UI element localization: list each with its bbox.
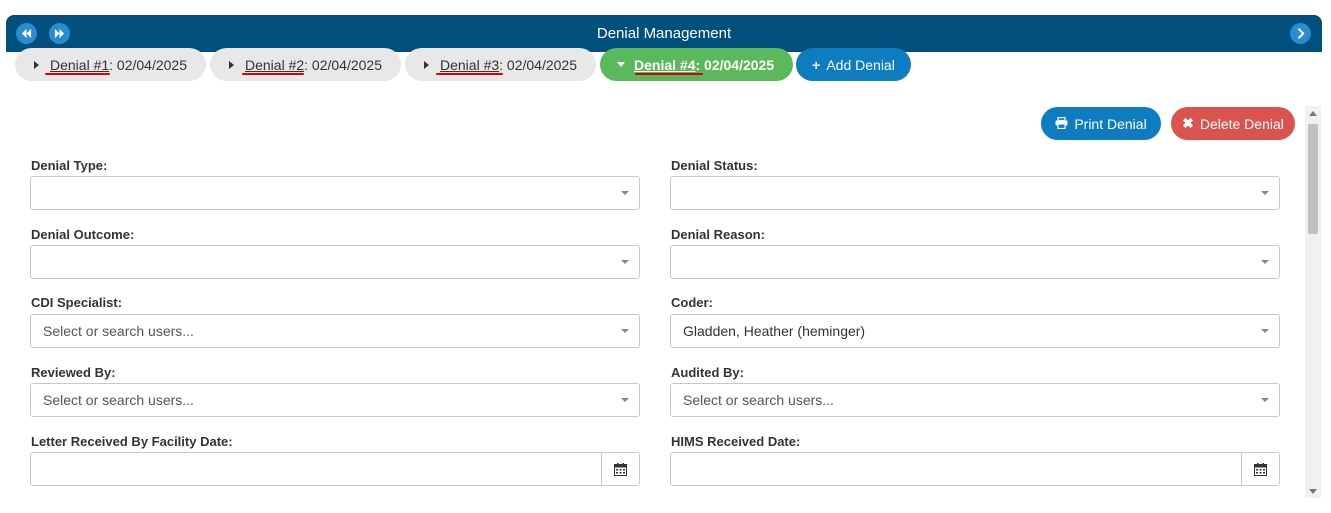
scroll-up-icon[interactable] (1309, 111, 1317, 116)
tab-label: Denial #4 (634, 56, 696, 73)
printer-icon (1055, 116, 1068, 132)
calendar-button[interactable] (601, 453, 639, 485)
denial-type-select[interactable] (30, 176, 640, 210)
plus-icon: + (812, 56, 821, 73)
coder-value: Gladden, Heather (heminger) (683, 323, 866, 339)
hims-received-date-label: HIMS Received Date: (671, 434, 801, 449)
denial-status-select[interactable] (670, 176, 1280, 210)
add-denial-button[interactable]: + Add Denial (796, 48, 911, 81)
reviewed-by-select[interactable]: Select or search users... (30, 383, 640, 417)
denial-reason-label: Denial Reason: (671, 227, 765, 242)
chevron-down-icon (1261, 329, 1269, 333)
scrollbar-thumb[interactable] (1308, 124, 1318, 234)
tab-denial-2[interactable]: Denial #2: 02/04/2025 (210, 48, 401, 81)
denial-type-label: Denial Type: (31, 158, 108, 173)
tab-date: : 02/04/2025 (109, 56, 188, 73)
calendar-button[interactable] (1241, 453, 1279, 485)
audited-by-select[interactable]: Select or search users... (670, 383, 1280, 417)
chevron-down-icon (621, 260, 629, 264)
scroll-down-icon[interactable] (1309, 489, 1317, 494)
delete-denial-label: Delete Denial (1199, 115, 1284, 132)
cdi-specialist-select[interactable]: Select or search users... (30, 314, 640, 348)
audited-by-placeholder: Select or search users... (683, 392, 834, 408)
red-annotation-underline (436, 73, 503, 75)
denial-outcome-select[interactable] (30, 245, 640, 279)
coder-label: Coder: (671, 295, 713, 310)
tab-label: Denial #3 (440, 56, 500, 73)
calendar-icon (614, 462, 627, 476)
tab-denial-3[interactable]: Denial #3: 02/04/2025 (405, 48, 596, 81)
tab-denial-4[interactable]: Denial #4: 02/04/2025 (600, 48, 793, 81)
hims-received-date-input[interactable] (670, 452, 1280, 486)
expand-button[interactable] (1290, 23, 1311, 44)
chevron-down-icon (621, 191, 629, 195)
reviewed-by-label: Reviewed By: (31, 365, 116, 380)
window-title: Denial Management (596, 25, 732, 42)
tab-label: Denial #1 (50, 56, 110, 73)
letter-received-date-input[interactable] (30, 452, 640, 486)
calendar-icon (1254, 462, 1267, 476)
caret-right-icon (34, 60, 39, 69)
print-denial-label: Print Denial (1074, 115, 1147, 132)
chevron-down-icon (1261, 398, 1269, 402)
chevron-down-icon (621, 398, 629, 402)
coder-select[interactable]: Gladden, Heather (heminger) (670, 314, 1280, 348)
audited-by-label: Audited By: (671, 365, 744, 380)
cdi-specialist-label: CDI Specialist: (31, 295, 123, 310)
red-annotation-underline (635, 73, 703, 75)
caret-down-icon (617, 62, 625, 67)
cdi-specialist-placeholder: Select or search users... (43, 323, 194, 339)
denial-outcome-label: Denial Outcome: (31, 227, 135, 242)
letter-received-date-label: Letter Received By Facility Date: (31, 434, 233, 449)
reviewed-by-placeholder: Select or search users... (43, 392, 194, 408)
tab-date: : 02/04/2025 (695, 56, 775, 73)
print-denial-button[interactable]: Print Denial (1041, 107, 1161, 140)
denial-reason-select[interactable] (670, 245, 1280, 279)
tab-date: : 02/04/2025 (499, 56, 578, 73)
caret-right-icon (229, 60, 234, 69)
close-icon: ✖ (1182, 115, 1194, 131)
tab-label: Denial #2 (245, 56, 305, 73)
chevron-right-icon (1297, 28, 1305, 39)
denial-status-label: Denial Status: (671, 158, 758, 173)
add-denial-label: Add Denial (826, 56, 895, 73)
delete-denial-button[interactable]: ✖ Delete Denial (1171, 107, 1295, 140)
tab-date: : 02/04/2025 (304, 56, 383, 73)
red-annotation-underline (242, 73, 304, 75)
chevron-down-icon (1261, 260, 1269, 264)
chevron-down-icon (621, 329, 629, 333)
red-annotation-underline (45, 73, 110, 75)
title-bar: Denial Management (6, 15, 1322, 52)
caret-right-icon (424, 60, 429, 69)
chevron-down-icon (1261, 191, 1269, 195)
tab-denial-1[interactable]: Denial #1: 02/04/2025 (15, 48, 206, 81)
vertical-scrollbar[interactable] (1305, 106, 1321, 498)
